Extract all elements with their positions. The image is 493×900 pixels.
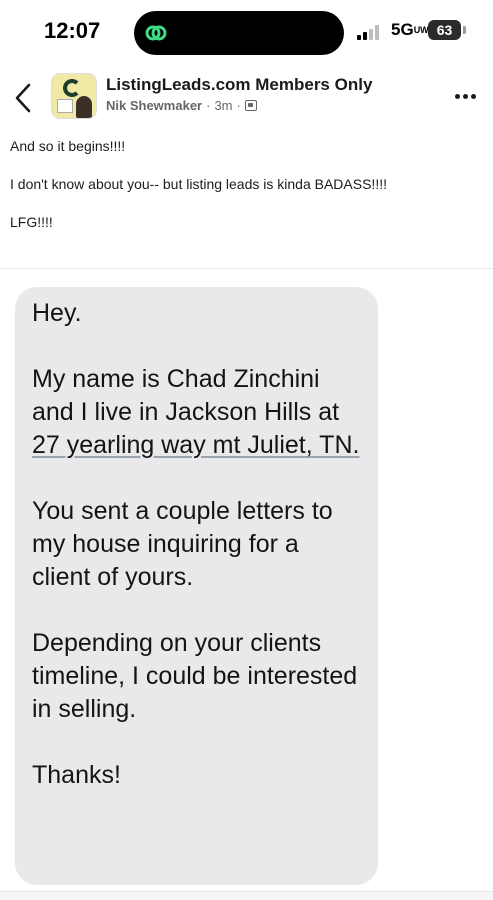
post-line: And so it begins!!!! (10, 138, 126, 154)
post-meta: Nik Shewmaker · 3m · (106, 98, 257, 113)
signal-icon (357, 24, 383, 40)
address-link[interactable]: 27 yearling way mt Juliet, TN. (32, 431, 359, 459)
status-bar: 12:07 5GUW 63 (0, 0, 493, 62)
app-link-icon (145, 25, 167, 41)
post-body: And so it begins!!!! I don't know about … (10, 137, 480, 251)
meta-separator: · (236, 98, 241, 113)
logo-person (76, 96, 92, 118)
message-paragraph: You sent a couple letters to my house in… (32, 497, 333, 591)
post-line: LFG!!!! (10, 214, 53, 230)
divider (0, 268, 493, 269)
logo-card (57, 99, 73, 113)
message-closing: Thanks! (32, 761, 121, 789)
more-horizontal-icon[interactable] (451, 86, 479, 106)
status-time: 12:07 (44, 18, 101, 43)
group-avatar[interactable] (51, 73, 97, 119)
chevron-left-icon[interactable] (9, 80, 37, 116)
battery-tip (463, 26, 466, 34)
post-age: 3m (214, 98, 233, 113)
message-bubble-image[interactable]: Hey. My name is Chad Zinchini and I live… (15, 287, 378, 885)
battery-icon: 63 (428, 20, 461, 40)
group-name[interactable]: ListingLeads.com Members Only (106, 75, 372, 95)
message-intro: My name is Chad Zinchini and I live in J… (32, 365, 360, 459)
group-icon (244, 100, 257, 111)
bottom-edge (0, 891, 493, 900)
author-name[interactable]: Nik Shewmaker (106, 98, 202, 113)
network-label: 5GUW (391, 20, 429, 39)
message-greeting: Hey. (32, 299, 82, 327)
logo-mark (63, 79, 81, 97)
message-paragraph: Depending on your clients timeline, I co… (32, 629, 358, 723)
meta-separator: · (206, 98, 211, 113)
dynamic-island[interactable] (134, 11, 344, 55)
post-line: I don't know about you-- but listing lea… (10, 176, 387, 192)
